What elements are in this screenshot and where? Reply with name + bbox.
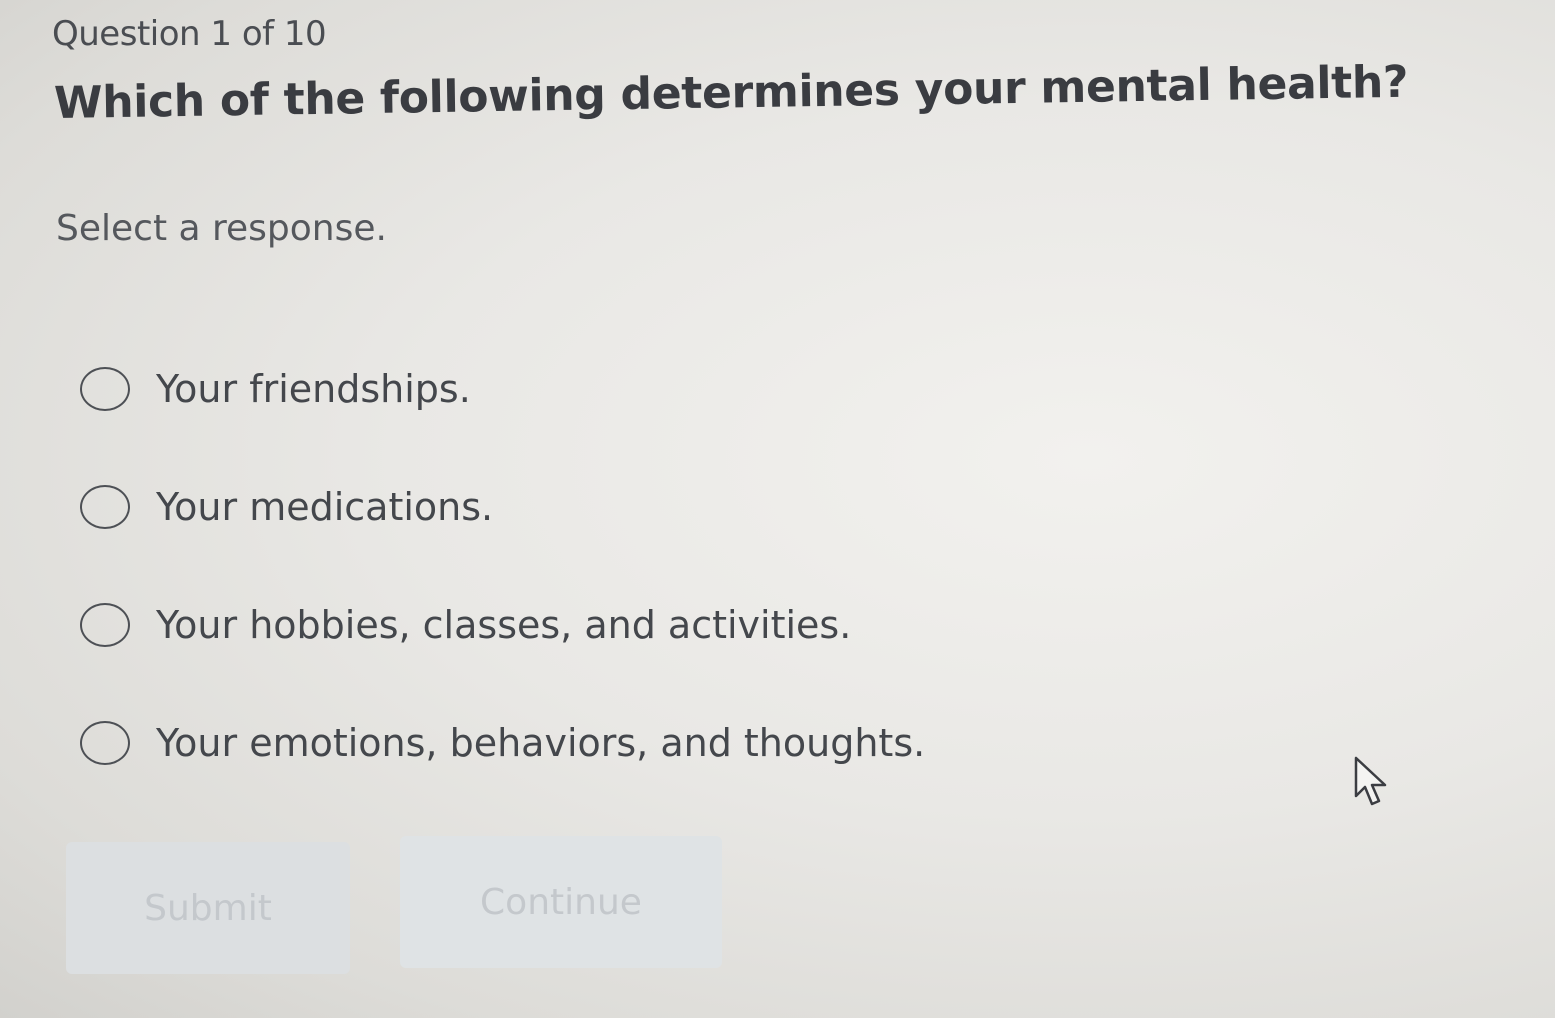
mouse-pointer-icon bbox=[1354, 756, 1387, 806]
radio-unchecked-icon[interactable] bbox=[80, 603, 130, 647]
instruction-text: Select a response. bbox=[56, 208, 387, 249]
answer-option-4[interactable]: Your emotions, behaviors, and thoughts. bbox=[80, 684, 1080, 802]
radio-unchecked-icon[interactable] bbox=[80, 485, 130, 529]
answer-option-label[interactable]: Your friendships. bbox=[156, 367, 471, 411]
radio-unchecked-icon[interactable] bbox=[80, 367, 130, 411]
answer-option-1[interactable]: Your friendships. bbox=[80, 330, 1080, 448]
answer-option-label[interactable]: Your hobbies, classes, and activities. bbox=[156, 603, 851, 647]
action-buttons: Submit Continue bbox=[66, 836, 722, 974]
quiz-page: Question 1 of 10 Which of the following … bbox=[0, 0, 1555, 1018]
answer-option-label[interactable]: Your emotions, behaviors, and thoughts. bbox=[156, 721, 925, 765]
question-counter: Question 1 of 10 bbox=[52, 14, 327, 54]
radio-unchecked-icon[interactable] bbox=[80, 721, 130, 765]
continue-button[interactable]: Continue bbox=[400, 836, 722, 968]
answer-option-label[interactable]: Your medications. bbox=[156, 485, 493, 529]
answer-options: Your friendships. Your medications. Your… bbox=[80, 330, 1080, 802]
answer-option-2[interactable]: Your medications. bbox=[80, 448, 1080, 566]
answer-option-3[interactable]: Your hobbies, classes, and activities. bbox=[80, 566, 1080, 684]
submit-button[interactable]: Submit bbox=[66, 842, 350, 974]
question-title: Which of the following determines your m… bbox=[53, 56, 1409, 129]
